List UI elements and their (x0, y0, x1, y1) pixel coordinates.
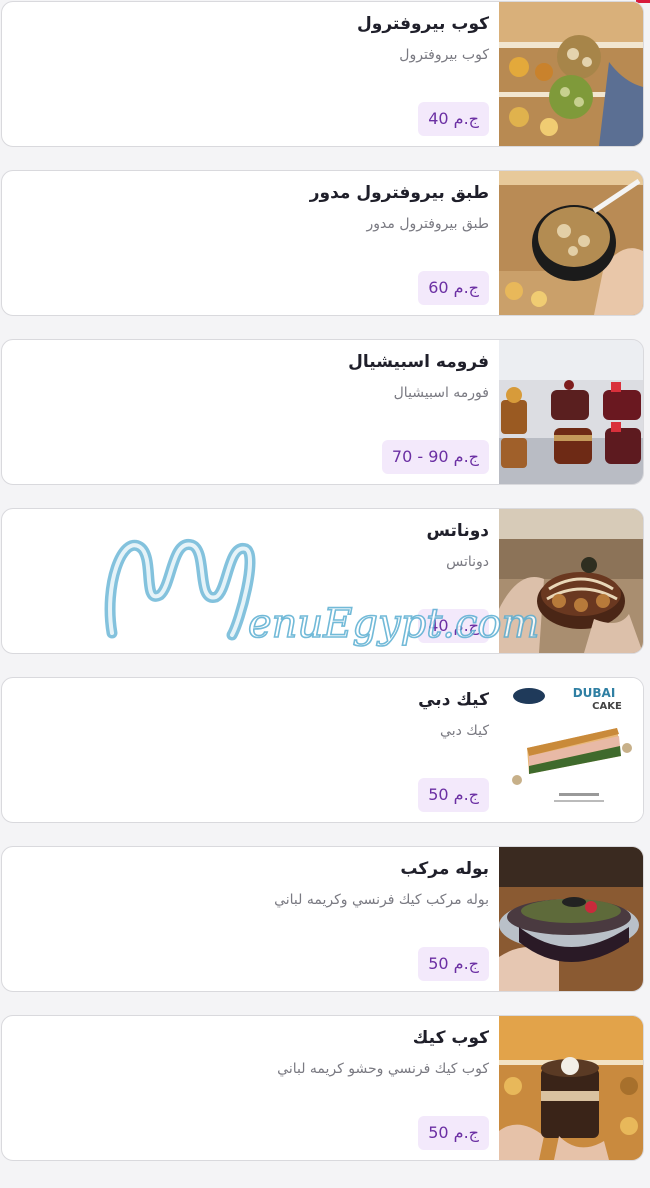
menu-item-info: فرومه اسبيشيال فورمه اسبيشيال 70 - 90 ج.… (19, 340, 489, 484)
menu-item-card[interactable]: كوب كيك كوب كيك فرنسي وحشو كريمه لباني 5… (1, 1015, 644, 1161)
menu-item-title: كوب بيروفترول (357, 14, 489, 34)
menu-item-info: بوله مركب بوله مركب كيك فرنسي وكريمه لبا… (19, 847, 489, 991)
menu-item-title: دوناتس (426, 521, 489, 541)
menu-item-price: 50 ج.م (418, 1116, 489, 1150)
profiterole-cup-photo (499, 2, 643, 146)
menu-item-title: كيك دبي (418, 690, 489, 710)
menu-item-info: كوب كيك كوب كيك فرنسي وحشو كريمه لباني 5… (19, 1016, 489, 1160)
menu-item-photo[interactable]: DUBAI CAKE (499, 678, 643, 822)
cake-heading-text: CAKE (592, 701, 622, 712)
menu-item-title: فرومه اسبيشيال (348, 352, 489, 372)
menu-item-card[interactable]: فرومه اسبيشيال فورمه اسبيشيال 70 - 90 ج.… (1, 339, 644, 485)
menu-item-photo[interactable] (499, 340, 643, 484)
menu-item-price: 50 ج.م (418, 947, 489, 981)
menu-item-title: بوله مركب (400, 859, 489, 879)
menu-item-info: طبق بيروفترول مدور طبق بيروفترول مدور 60… (19, 171, 489, 315)
menu-item-card[interactable]: بوله مركب بوله مركب كيك فرنسي وكريمه لبا… (1, 846, 644, 992)
donuts-photo (499, 509, 643, 653)
menu-item-info: كوب بيروفترول كوب بيروفترول 40 ج.م (19, 2, 489, 146)
menu-item-description: كوب كيك فرنسي وحشو كريمه لباني (277, 1061, 489, 1077)
menu-item-price: 60 ج.م (418, 271, 489, 305)
menu-item-photo[interactable] (499, 509, 643, 653)
menu-item-card[interactable]: طبق بيروفترول مدور طبق بيروفترول مدور 60… (1, 170, 644, 316)
menu-item-photo[interactable] (499, 171, 643, 315)
menu-item-card[interactable]: كيك دبي كيك دبي 50 ج.م DUBAI CAKE (1, 677, 644, 823)
menu-item-price: 40 ج.م (418, 609, 489, 643)
menu-item-card[interactable]: دوناتس دوناتس 40 ج.م (1, 508, 644, 654)
menu-item-photo[interactable] (499, 2, 643, 146)
menu-item-description: دوناتس (446, 554, 489, 570)
menu-item-title: طبق بيروفترول مدور (309, 183, 489, 203)
menu-item-description: طبق بيروفترول مدور (366, 216, 490, 232)
menu-item-info: كيك دبي كيك دبي 50 ج.م (19, 678, 489, 822)
menu-item-photo[interactable] (499, 847, 643, 991)
menu-item-photo[interactable] (499, 1016, 643, 1160)
round-profiterole-plate-photo (499, 171, 643, 315)
menu-item-description: كوب بيروفترول (399, 47, 489, 63)
cup-cake-photo (499, 1016, 643, 1160)
menu-item-price: 40 ج.م (418, 102, 489, 136)
menu-item-price: 50 ج.م (418, 778, 489, 812)
bowl-cake-photo (499, 847, 643, 991)
menu-item-title: كوب كيك (412, 1028, 489, 1048)
menu-item-price: 70 - 90 ج.م (381, 440, 489, 474)
menu-item-info: دوناتس دوناتس 40 ج.م (19, 509, 489, 653)
menu-item-description: بوله مركب كيك فرنسي وكريمه لباني (274, 892, 489, 908)
dubai-heading-text: DUBAI (573, 686, 616, 700)
menu-item-description: فورمه اسبيشيال (393, 385, 489, 401)
dubai-cake-photo: DUBAI CAKE (499, 678, 643, 822)
special-cakes-photo (499, 340, 643, 484)
menu-item-card[interactable]: كوب بيروفترول كوب بيروفترول 40 ج.م (1, 1, 644, 147)
menu-item-description: كيك دبي (440, 723, 489, 739)
